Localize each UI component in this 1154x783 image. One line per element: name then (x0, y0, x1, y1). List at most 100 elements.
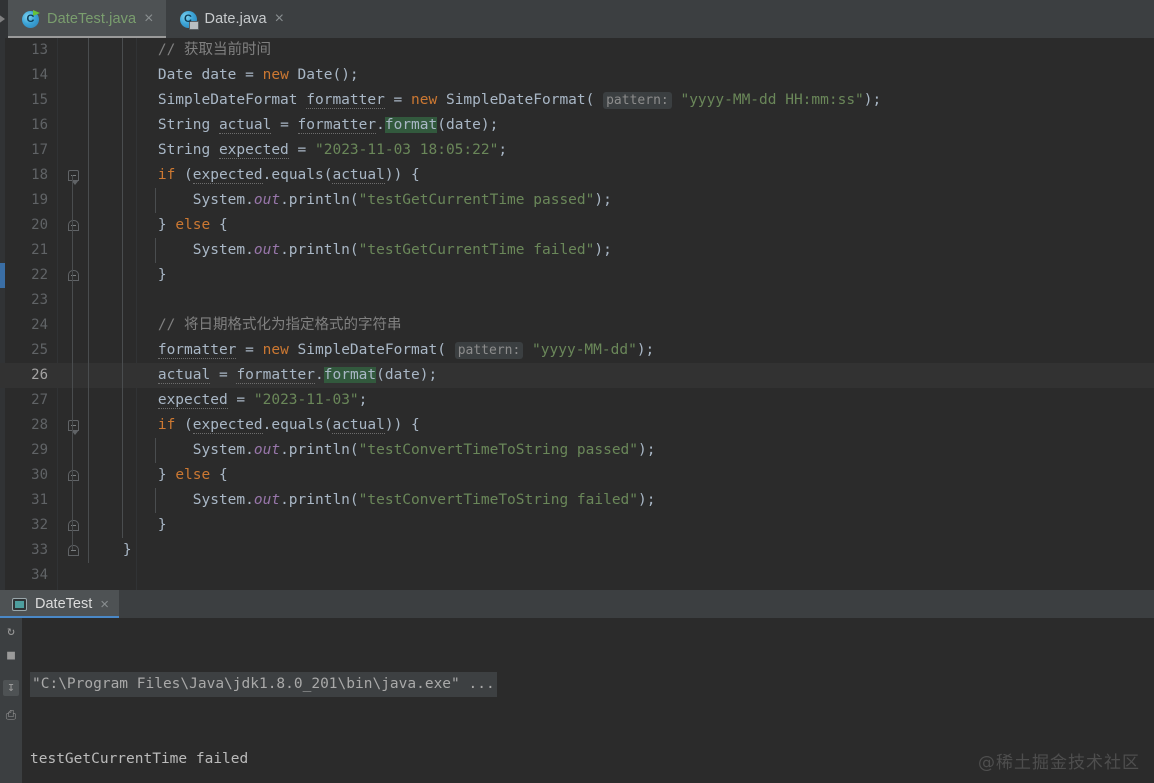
indent-guide (121, 88, 123, 113)
code-line[interactable]: 16 String actual = formatter.format(date… (0, 113, 1154, 138)
code-text: SimpleDateFormat formatter = new SimpleD… (88, 92, 882, 109)
code-line[interactable]: 13 // 获取当前时间 (0, 38, 1154, 63)
indent-guide (88, 463, 89, 488)
fold-expand-icon[interactable] (64, 413, 82, 438)
code-text: String actual = formatter.format(date); (88, 117, 499, 134)
indent-guide (88, 313, 89, 338)
console-tab-datetest[interactable]: DateTest × (0, 590, 119, 618)
line-number: 31 (31, 492, 48, 508)
code-line[interactable]: 19 System.out.println("testGetCurrentTim… (0, 188, 1154, 213)
indent-guide (121, 363, 123, 388)
code-line[interactable]: 34 (0, 563, 1154, 588)
code-line[interactable]: 21 System.out.println("testGetCurrentTim… (0, 238, 1154, 263)
close-icon[interactable]: × (144, 11, 153, 27)
line-number: 28 (31, 417, 48, 433)
print-icon[interactable]: ⎙ (3, 708, 19, 724)
line-number: 18 (31, 167, 48, 183)
indent-guide (155, 438, 157, 463)
indent-guide (88, 188, 89, 213)
line-number: 23 (31, 292, 48, 308)
code-editor[interactable]: 13 // 获取当前时间 14 Date date = new Date(); 15… (0, 38, 1154, 590)
fold-end-icon[interactable] (64, 463, 82, 488)
code-line[interactable]: 28 if (expected.equals(actual)) { (0, 413, 1154, 438)
fold-end-icon[interactable] (64, 263, 82, 288)
run-tool-window: DateTest × ↻ ■ ↧ ⎙ "C:\Program Files\Jav… (0, 590, 1154, 783)
indent-guide (155, 238, 157, 263)
code-line[interactable]: 18 if (expected.equals(actual)) { (0, 163, 1154, 188)
indent-guide (88, 88, 89, 113)
code-text: // 获取当前时间 (88, 42, 272, 58)
code-text: actual = formatter.format(date); (157, 367, 438, 384)
editor-tab-date[interactable]: C Date.java × (166, 0, 297, 38)
rerun-icon[interactable]: ↻ (3, 624, 19, 640)
intellij-window: C DateTest.java × C Date.java × 13 // 获取… (0, 0, 1154, 783)
java-class-run-icon: C (22, 9, 40, 28)
editor-tab-label: DateTest.java (47, 11, 137, 27)
java-class-locked-icon: C (179, 10, 199, 30)
code-line[interactable]: 31 System.out.println("testConvertTimeTo… (0, 488, 1154, 513)
indent-guide (88, 263, 89, 288)
code-line[interactable]: 15 SimpleDateFormat formatter = new Simp… (0, 88, 1154, 113)
code-line[interactable]: 32 } (0, 513, 1154, 538)
line-number: 17 (31, 142, 48, 158)
code-line[interactable]: 14 Date date = new Date(); (0, 63, 1154, 88)
code-line[interactable]: 29 System.out.println("testConvertTimeTo… (0, 438, 1154, 463)
indent-guide (88, 413, 89, 438)
stop-icon[interactable]: ■ (3, 648, 19, 664)
code-line[interactable]: 20 } else { (0, 213, 1154, 238)
line-number: 34 (31, 567, 48, 583)
fold-end-icon[interactable] (64, 213, 82, 238)
editor-tab-bar: C DateTest.java × C Date.java × (0, 0, 1154, 38)
code-line[interactable]: 24 // 将日期格式化为指定格式的字符串 (0, 313, 1154, 338)
indent-guide (121, 238, 123, 263)
indent-guide (121, 113, 123, 138)
fold-end-icon[interactable] (64, 538, 82, 563)
code-text: System.out.println("testGetCurrentTime p… (88, 192, 612, 208)
code-text: if (expected.equals(actual)) { (157, 417, 420, 434)
line-number: 22 (31, 267, 48, 283)
code-line[interactable]: 26 actual = formatter.format(date); (0, 363, 1154, 388)
watermark: @稀土掘金技术社区 (978, 753, 1140, 773)
line-number: 20 (31, 217, 48, 233)
indent-guide (88, 288, 89, 313)
indent-guide (121, 263, 123, 288)
indent-guide (121, 138, 123, 163)
code-line[interactable]: 17 String expected = "2023-11-03 18:05:2… (0, 138, 1154, 163)
indent-guide (88, 363, 89, 388)
indent-guide (121, 63, 123, 88)
code-line[interactable]: 27 expected = "2023-11-03"; (0, 388, 1154, 413)
indent-guide (121, 413, 123, 438)
indent-guide (88, 438, 89, 463)
indent-guide (121, 388, 123, 413)
line-marker[interactable] (0, 263, 5, 288)
line-number: 32 (31, 517, 48, 533)
line-number: 21 (31, 242, 48, 258)
code-line[interactable]: 30 } else { (0, 463, 1154, 488)
indent-guide (121, 313, 123, 338)
code-line[interactable]: 33 } (0, 538, 1154, 563)
indent-guide (121, 188, 123, 213)
code-line[interactable]: 23 (0, 288, 1154, 313)
indent-guide (88, 38, 89, 63)
scroll-to-end-icon[interactable]: ↧ (3, 680, 19, 696)
editor-tab-datetest[interactable]: C DateTest.java × (8, 0, 166, 38)
code-text: formatter = new SimpleDateFormat( patter… (157, 342, 655, 359)
code-line[interactable]: 22 } (0, 263, 1154, 288)
fold-end-icon[interactable] (64, 513, 82, 538)
code-text: String expected = "2023-11-03 18:05:22"; (88, 142, 508, 159)
tab-list-chevron-icon[interactable] (0, 0, 8, 38)
close-icon[interactable]: × (275, 11, 284, 27)
close-icon[interactable]: × (100, 596, 109, 613)
indent-guide (121, 213, 123, 238)
code-text: System.out.println("testConvertTimeToStr… (88, 442, 656, 458)
line-number: 14 (31, 67, 48, 83)
fold-expand-icon[interactable] (64, 163, 82, 188)
console-tab-label: DateTest (35, 596, 93, 612)
line-number: 27 (31, 392, 48, 408)
indent-guide (88, 488, 89, 513)
code-line[interactable]: 25 formatter = new SimpleDateFormat( pat… (0, 338, 1154, 363)
code-text: expected = "2023-11-03"; (157, 392, 368, 409)
indent-guide (121, 488, 123, 513)
line-number: 15 (31, 92, 48, 108)
indent-guide (121, 163, 123, 188)
